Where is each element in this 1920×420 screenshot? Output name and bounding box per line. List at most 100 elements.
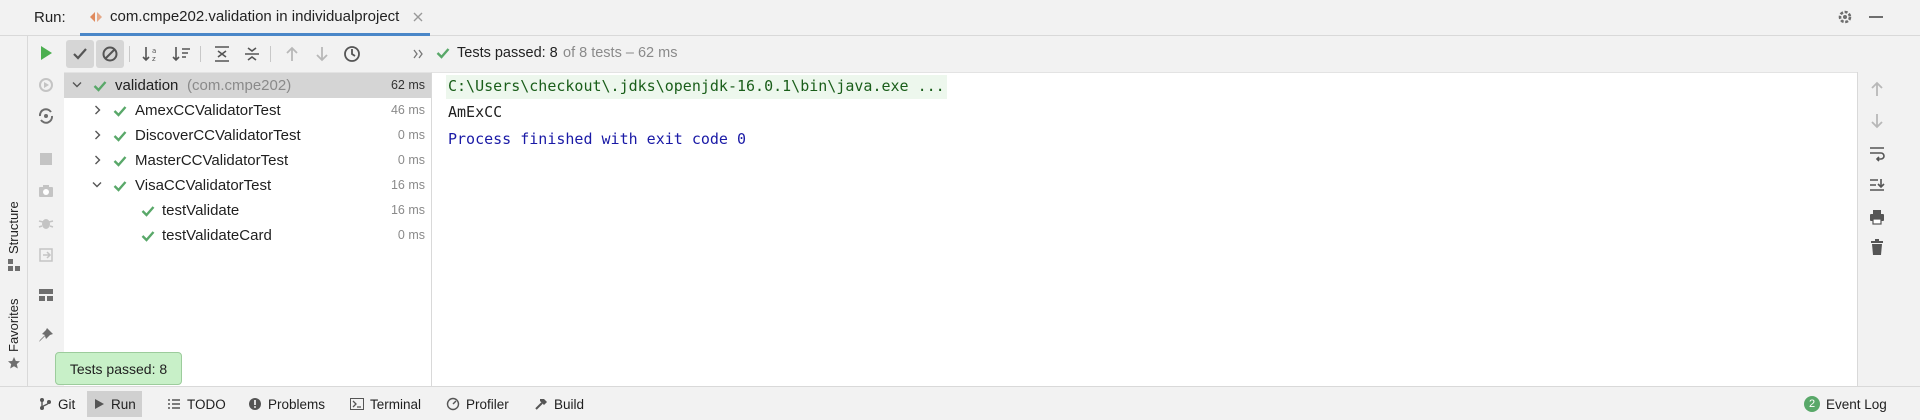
check-icon	[436, 46, 450, 60]
console-side-toolbar	[1857, 72, 1920, 386]
run-icon	[93, 398, 105, 410]
tree-child-time: 0 ms	[397, 228, 425, 242]
next-occurrence-icon[interactable]	[308, 40, 336, 68]
pass-check-icon	[141, 204, 155, 218]
tree-row[interactable]: testValidateCard 0 ms	[64, 223, 431, 248]
exit-icon[interactable]	[37, 246, 55, 264]
chevron-right-icon[interactable]	[94, 155, 102, 165]
minimize-icon[interactable]	[1868, 8, 1884, 26]
tree-row-root[interactable]: validation (com.cmpe202) 62 ms	[64, 73, 431, 98]
console-output[interactable]: C:\Users\checkout\.jdks\openjdk-16.0.1\b…	[431, 72, 1857, 386]
bottom-tool-bar: Git Run TODO Problems Terminal Profiler	[0, 386, 1920, 420]
camera-icon[interactable]	[37, 182, 55, 200]
svg-text:z: z	[152, 55, 156, 63]
run-side-toolbar	[28, 36, 64, 386]
sort-by-duration-icon[interactable]	[168, 40, 196, 68]
collapse-all-icon[interactable]	[238, 40, 266, 68]
tab-terminal-label: Terminal	[370, 396, 422, 412]
tree-item-time: 46 ms	[390, 103, 425, 117]
chevron-down-icon[interactable]	[92, 181, 102, 189]
structure-tab[interactable]: Structure	[6, 201, 21, 254]
tree-root-time: 62 ms	[390, 78, 425, 92]
tab-git[interactable]: Git	[32, 392, 81, 416]
close-icon[interactable]	[413, 12, 423, 22]
tree-row[interactable]: VisaCCValidatorTest 16 ms	[64, 173, 431, 198]
rerun-icon[interactable]	[37, 44, 55, 62]
toggle-auto-test-icon[interactable]	[37, 107, 55, 125]
event-count-badge: 2	[1804, 396, 1820, 412]
status-passed-text: Tests passed: 8	[457, 45, 558, 61]
tree-item-time: 0 ms	[397, 153, 425, 167]
tab-git-label: Git	[58, 396, 76, 412]
show-passed-icon[interactable]	[66, 40, 94, 68]
test-results-tree: validation (com.cmpe202) 62 ms AmexCCVal…	[64, 72, 431, 386]
tree-item-label: AmexCCValidatorTest	[135, 102, 281, 119]
tab-run-config[interactable]: com.cmpe202.validation in individualproj…	[80, 0, 430, 36]
svg-text:a: a	[152, 47, 156, 55]
expand-all-icon[interactable]	[208, 40, 236, 68]
rerun-failed-icon[interactable]	[37, 76, 55, 94]
soft-wrap-icon[interactable]	[1868, 144, 1886, 162]
tab-terminal[interactable]: Terminal	[344, 392, 427, 416]
structure-icon[interactable]	[7, 258, 21, 272]
scroll-down-icon[interactable]	[1868, 112, 1886, 130]
tab-build[interactable]: Build	[528, 392, 590, 416]
tree-root-package: (com.cmpe202)	[187, 77, 292, 94]
pass-check-icon	[113, 179, 127, 193]
tree-item-time: 0 ms	[397, 128, 425, 142]
tree-row[interactable]: AmexCCValidatorTest 46 ms	[64, 98, 431, 123]
layout-icon[interactable]	[37, 286, 55, 304]
tab-event-log-label: Event Log	[1826, 396, 1887, 412]
console-exit-line[interactable]: Process finished with exit code 0	[448, 130, 746, 148]
status-summary-text: of 8 tests – 62 ms	[563, 45, 678, 61]
star-icon[interactable]	[7, 356, 21, 370]
stop-icon[interactable]	[37, 150, 55, 168]
pass-check-icon	[141, 229, 155, 243]
tab-todo[interactable]: TODO	[161, 392, 232, 416]
gear-icon[interactable]	[1836, 8, 1854, 26]
tree-item-label: VisaCCValidatorTest	[135, 177, 272, 194]
tab-todo-label: TODO	[187, 396, 226, 412]
print-icon[interactable]	[1868, 208, 1886, 226]
tab-problems[interactable]: Problems	[242, 392, 331, 416]
trash-icon[interactable]	[1868, 238, 1886, 256]
run-tool-window-header: Run: com.cmpe202.validation in individua…	[0, 0, 1920, 36]
previous-occurrence-icon[interactable]	[278, 40, 306, 68]
list-icon	[167, 398, 181, 410]
chevron-down-icon[interactable]	[72, 81, 82, 89]
tree-child-label: testValidate	[162, 202, 240, 219]
tree-row[interactable]: MasterCCValidatorTest 0 ms	[64, 148, 431, 173]
pass-check-icon	[113, 104, 127, 118]
run-label: Run:	[34, 9, 66, 26]
favorites-tab[interactable]: Favorites	[6, 299, 21, 352]
tab-profiler-label: Profiler	[466, 396, 509, 412]
tab-event-log[interactable]: 2 Event Log	[1798, 392, 1893, 416]
tree-row[interactable]: testValidate 16 ms	[64, 198, 431, 223]
scroll-up-icon[interactable]	[1868, 80, 1886, 98]
tab-run[interactable]: Run	[87, 391, 142, 417]
debug-icon[interactable]	[37, 214, 55, 232]
tab-build-label: Build	[554, 396, 585, 412]
tab-problems-label: Problems	[268, 396, 326, 412]
pass-check-icon	[93, 79, 107, 93]
tab-profiler[interactable]: Profiler	[440, 392, 515, 416]
scroll-to-end-icon[interactable]	[1868, 176, 1886, 194]
more-chevron-icon[interactable]	[404, 40, 432, 68]
show-ignored-icon[interactable]	[96, 40, 124, 68]
tree-root-label: validation	[115, 77, 179, 94]
pass-check-icon	[113, 129, 127, 143]
pin-icon[interactable]	[37, 326, 55, 344]
tree-item-label: MasterCCValidatorTest	[135, 152, 289, 169]
console-output-line[interactable]: AmExCC	[448, 103, 502, 121]
tree-child-time: 16 ms	[390, 203, 425, 217]
tests-passed-tooltip: Tests passed: 8	[55, 352, 182, 385]
tab-run-label: Run	[111, 396, 136, 412]
chevron-right-icon[interactable]	[94, 130, 102, 140]
console-command-line[interactable]: C:\Users\checkout\.jdks\openjdk-16.0.1\b…	[446, 75, 947, 99]
sort-alphabetically-icon[interactable]: az	[138, 40, 166, 68]
left-tool-stripe: Structure Favorites	[0, 36, 28, 386]
chevron-right-icon[interactable]	[94, 105, 102, 115]
tree-row[interactable]: DiscoverCCValidatorTest 0 ms	[64, 123, 431, 148]
history-icon[interactable]	[338, 40, 366, 68]
toolbar-divider	[129, 46, 130, 62]
